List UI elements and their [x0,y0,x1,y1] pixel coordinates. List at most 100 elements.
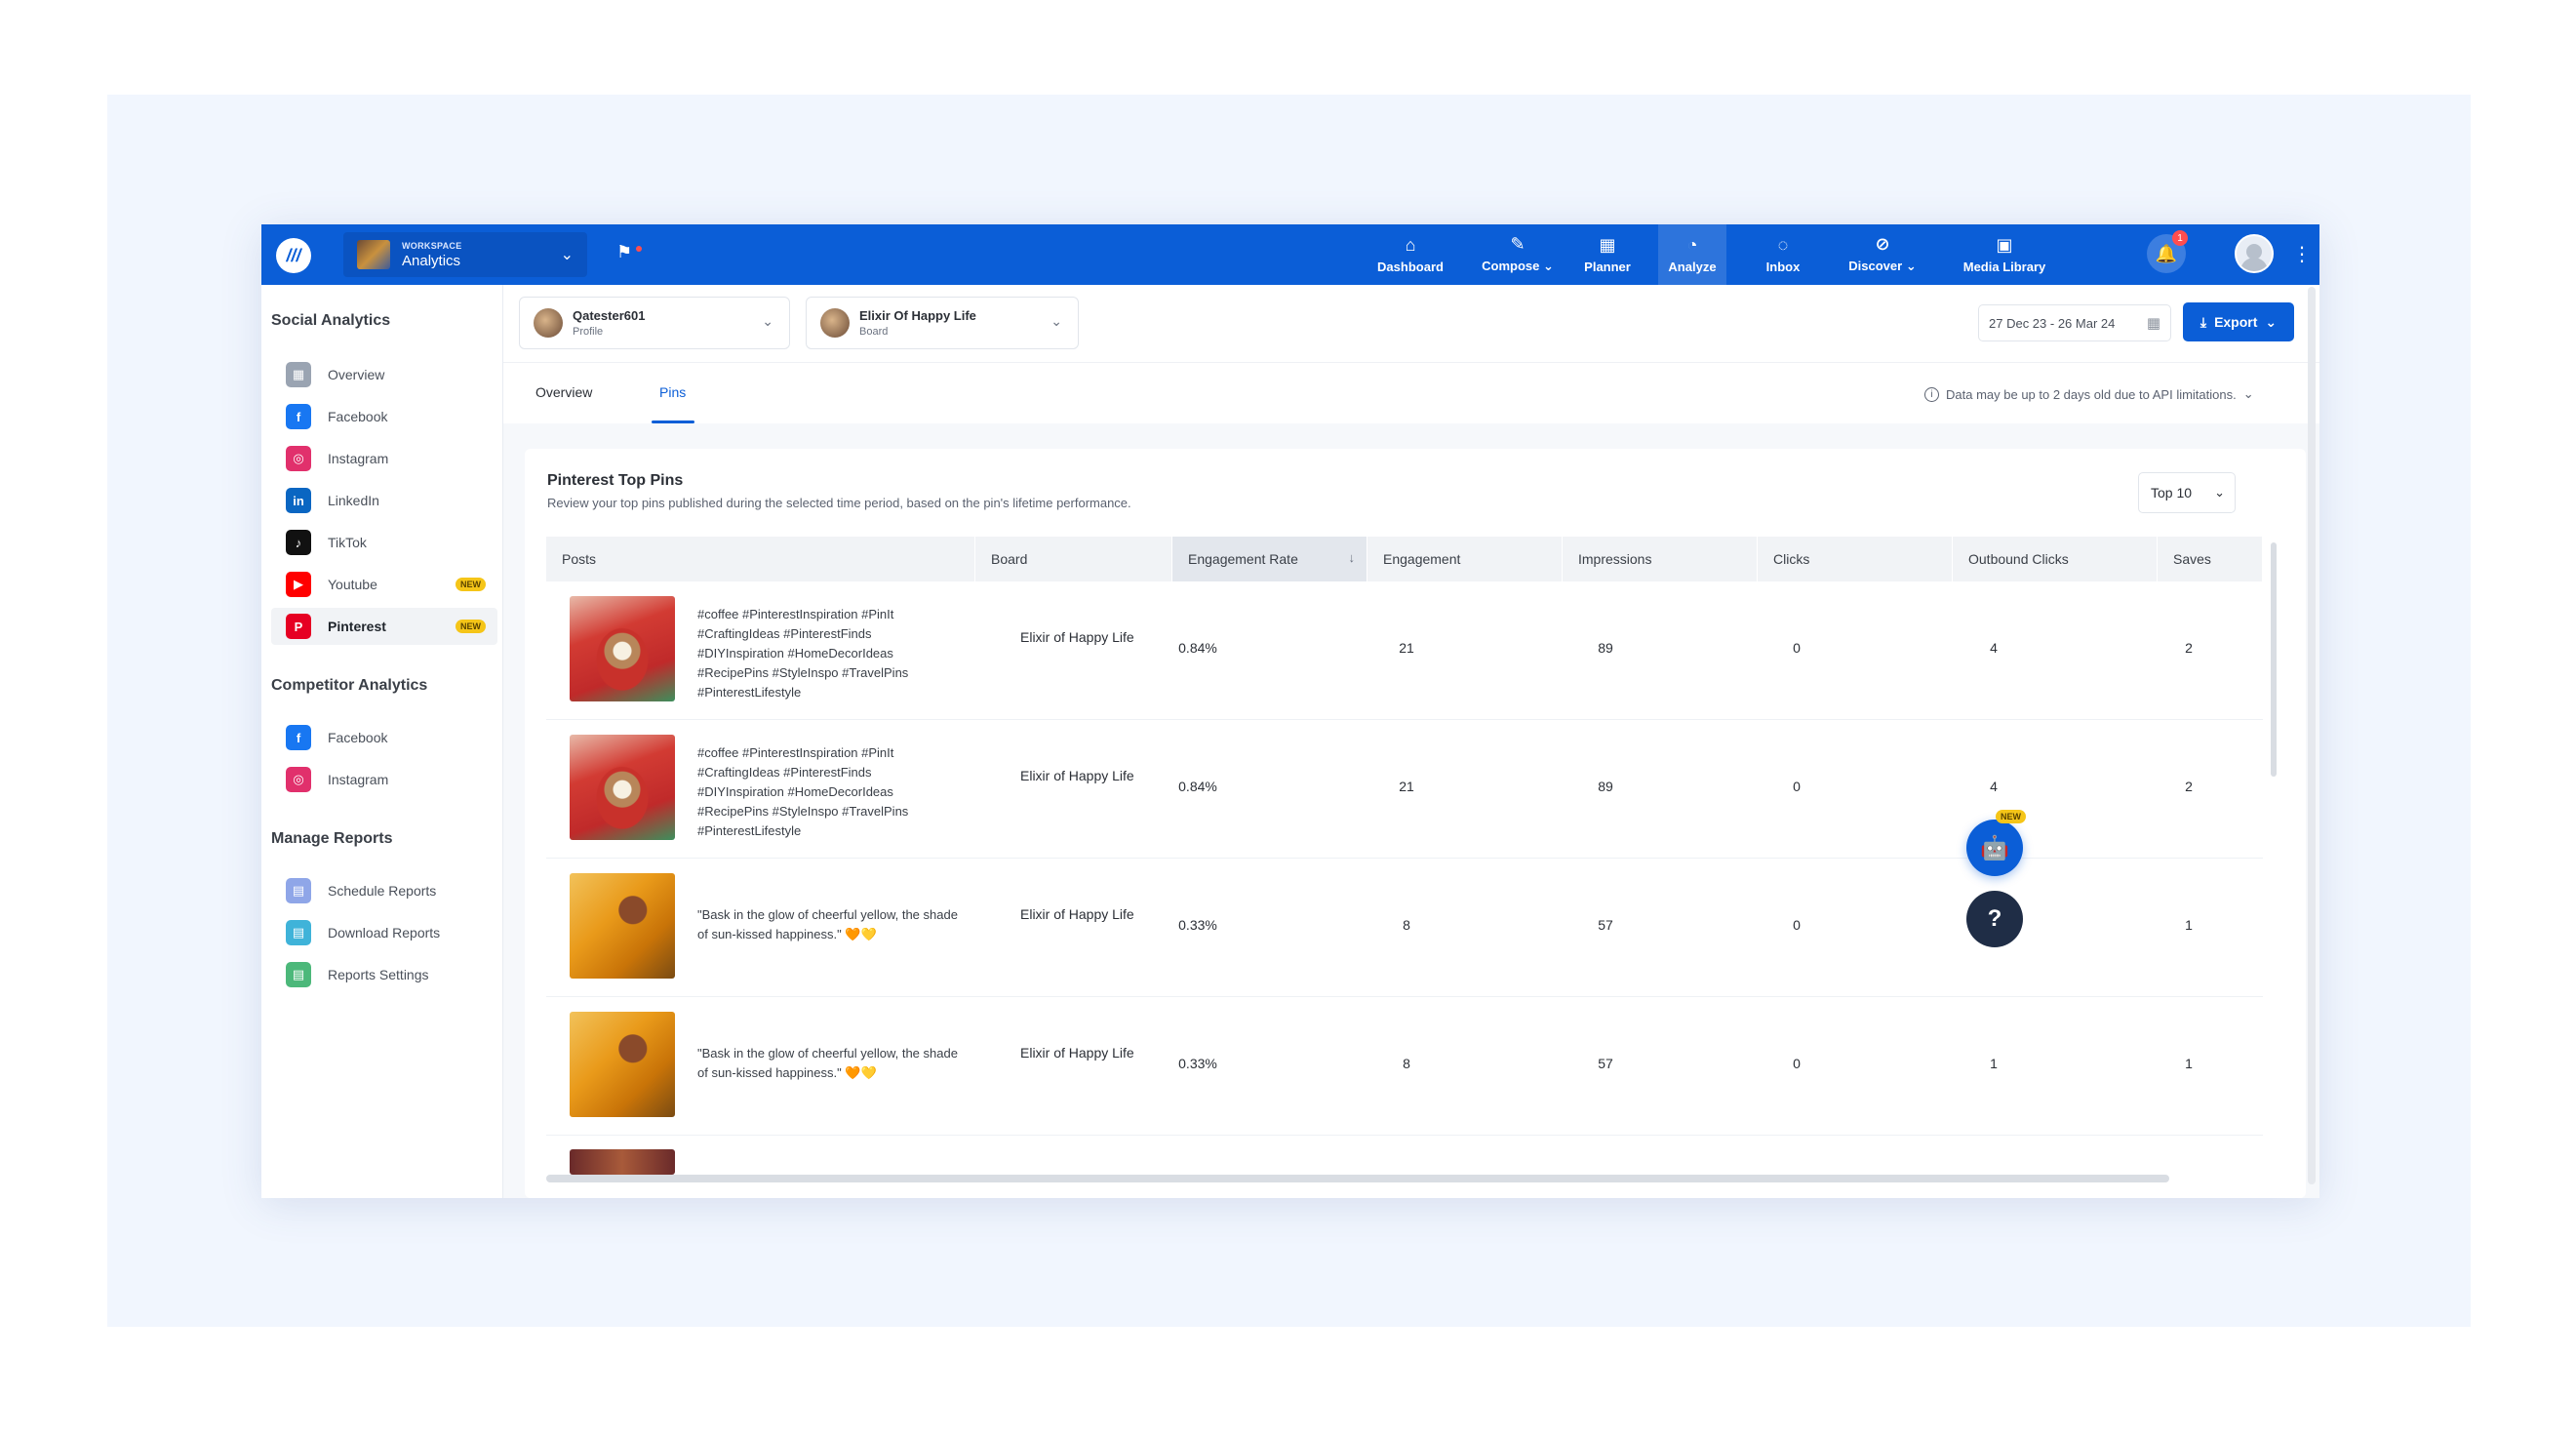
engagement-cell: 8 [1403,917,1410,933]
sidebar-item-overview[interactable]: ▦ Overview [271,356,497,393]
chevron-down-icon: ⌄ [2242,386,2254,401]
sidebar-item-label: Overview [328,367,385,382]
board-cell: Elixir of Happy Life [1020,1045,1134,1061]
nav-discover[interactable]: ⊘ Discover ⌄ [1839,224,1926,285]
column-header-impressions[interactable]: Impressions [1563,537,1758,581]
user-avatar[interactable] [2235,234,2274,273]
tab-overview[interactable]: Overview [535,384,592,400]
workspace-label: WORKSPACE [402,240,462,251]
column-header-label: Impressions [1578,551,1652,567]
engagement-cell: 21 [1399,640,1414,656]
workspace-switcher[interactable]: WORKSPACE Analytics ⌄ [343,232,587,277]
new-badge: NEW [456,578,486,591]
saves-cell: 2 [2185,640,2193,656]
sidebar-item-label: Schedule Reports [328,883,437,899]
grid-icon: ▦ [286,362,311,387]
nav-media-library[interactable]: ▣ Media Library [1956,224,2053,285]
sidebar-item-facebook[interactable]: f Facebook [271,719,497,756]
chevron-down-icon: ⌄ [560,247,574,263]
sidebar-item-schedule-reports[interactable]: ▤ Schedule Reports [271,872,497,909]
nav-label: Compose [1482,259,1540,273]
column-header-label: Posts [562,551,597,567]
board-select[interactable]: Elixir Of Happy Life Board ⌄ [806,297,1079,349]
profile-select[interactable]: Qatester601 Profile ⌄ [519,297,790,349]
column-header-saves[interactable]: Saves [2158,537,2263,581]
assistant-new-badge: NEW [1996,810,2026,823]
top-count-select[interactable]: Top 10 ⌄ [2138,472,2236,513]
impressions-cell: 89 [1598,640,1613,656]
post-thumbnail[interactable] [570,873,675,979]
table-row[interactable] [546,1136,2263,1175]
calendar-icon: ▦ [2146,315,2160,332]
sidebar-item-label: Facebook [328,730,388,745]
column-header-board[interactable]: Board [975,537,1172,581]
column-header-clicks[interactable]: Clicks [1758,537,1953,581]
column-header-label: Clicks [1773,551,1810,567]
outbound-clicks-cell: 1 [1990,1056,1998,1071]
board-name: Elixir Of Happy Life [859,308,976,323]
flag-icon[interactable]: ⚑ [616,242,644,269]
board-cell: Elixir of Happy Life [1020,906,1134,922]
new-badge: NEW [456,620,486,633]
help-button[interactable]: ? [1966,891,2023,947]
tab-pins[interactable]: Pins [659,384,686,400]
nav-planner[interactable]: ▦ Planner [1578,224,1637,285]
card-title: Pinterest Top Pins [547,472,684,489]
sidebar-item-tiktok[interactable]: ♪ TikTok [271,524,497,561]
linkedin-icon: in [286,488,311,513]
date-range-picker[interactable]: 27 Dec 23 - 26 Mar 24 ▦ [1978,304,2171,341]
export-label: Export [2214,314,2258,330]
engagement-rate-cell: 0.84% [1178,640,1217,656]
bell-icon[interactable]: 🔔 1 [2147,230,2188,273]
nav-analyze[interactable]: ◔ Analyze [1658,224,1726,285]
table-row[interactable]: #coffee #PinterestInspiration #PinIt #Cr… [546,581,2263,720]
nav-dashboard[interactable]: ⌂ Dashboard [1371,224,1449,285]
sidebar-item-instagram[interactable]: ◎ Instagram [271,761,497,798]
data-delay-notice[interactable]: i Data may be up to 2 days old due to AP… [1924,386,2254,402]
export-button[interactable]: ⤓ Export ⌄ [2183,302,2294,341]
table-row[interactable]: "Bask in the glow of cheerful yellow, th… [546,997,2263,1136]
notification-count-badge: 1 [2172,230,2188,246]
column-header-engagement-rate[interactable]: Engagement Rate ↓ [1172,537,1367,581]
post-caption: #coffee #PinterestInspiration #PinIt #Cr… [697,607,909,700]
nav-compose[interactable]: ✎ Compose ⌄ [1471,224,1565,285]
nav-label: Planner [1584,259,1631,274]
sidebar-item-download-reports[interactable]: ▤ Download Reports [271,914,497,951]
workspace-name: Analytics [402,252,461,269]
clicks-cell: 0 [1793,1056,1801,1071]
post-thumbnail[interactable] [570,1012,675,1117]
ai-assistant-button[interactable]: 🤖 [1966,820,2023,876]
nav-label: Inbox [1765,259,1801,274]
column-header-engagement[interactable]: Engagement [1367,537,1563,581]
sidebar-item-reports-settings[interactable]: ▤ Reports Settings [271,956,497,993]
sidebar-item-pinterest[interactable]: P Pinterest NEW [271,608,497,645]
impressions-cell: 89 [1598,779,1613,794]
vertical-scrollbar[interactable] [2271,542,2277,777]
main-scrollbar[interactable] [2308,287,2316,1184]
nav-inbox[interactable]: ◌ Inbox [1754,224,1812,285]
post-thumbnail[interactable] [570,735,675,840]
date-range-text: 27 Dec 23 - 26 Mar 24 [1989,315,2116,331]
engagement-rate-cell: 0.33% [1178,1056,1217,1071]
column-header-label: Engagement Rate [1188,551,1298,567]
horizontal-scrollbar[interactable] [546,1175,2169,1182]
sidebar-item-label: Facebook [328,409,388,424]
card-subtitle: Review your top pins published during th… [547,496,1131,510]
post-thumbnail [570,1149,675,1175]
top-count-value: Top 10 [2151,485,2193,500]
column-header-posts[interactable]: Posts [546,537,975,581]
post-thumbnail[interactable] [570,596,675,701]
sidebar-item-facebook[interactable]: f Facebook [271,398,497,435]
sidebar-item-instagram[interactable]: ◎ Instagram [271,440,497,477]
sidebar-item-linkedin[interactable]: in LinkedIn [271,482,497,519]
social-analytics-title: Social Analytics [271,312,391,329]
column-header-outbound-clicks[interactable]: Outbound Clicks [1953,537,2158,581]
notice-text: Data may be up to 2 days old due to API … [1946,386,2237,402]
app-logo-icon[interactable]: /// [276,238,311,273]
home-icon: ⌂ [1405,234,1416,255]
engagement-rate-cell: 0.33% [1178,917,1217,933]
sidebar-item-label: TikTok [328,535,367,550]
chevron-down-icon: ⌄ [762,313,773,329]
sidebar-item-youtube[interactable]: ▶ Youtube NEW [271,566,497,603]
more-options-icon[interactable]: ⋮ [2292,242,2312,266]
